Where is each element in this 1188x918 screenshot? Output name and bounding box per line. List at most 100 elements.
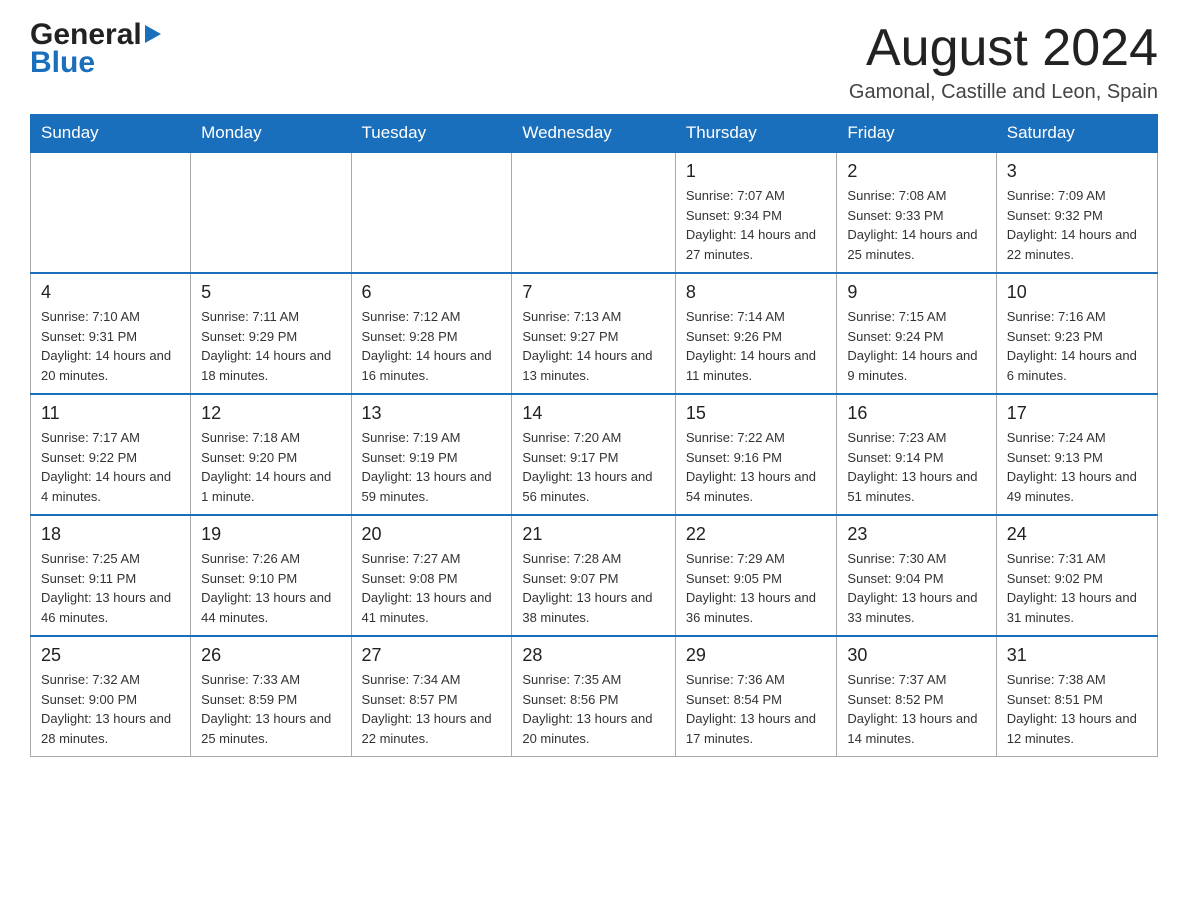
calendar-day-cell: 30 Sunrise: 7:37 AMSunset: 8:52 PMDayligh… [837, 636, 996, 757]
day-number: 28 [522, 645, 665, 666]
location-subtitle: Gamonal, Castille and Leon, Spain [849, 81, 1158, 104]
calendar-day-cell: 29 Sunrise: 7:36 AMSunset: 8:54 PMDayligh… [675, 636, 837, 757]
calendar-day-cell: 23 Sunrise: 7:30 AMSunset: 9:04 PMDayligh… [837, 515, 996, 636]
day-number: 17 [1007, 403, 1147, 424]
calendar-day-header: Wednesday [512, 115, 676, 153]
calendar-day-cell: 14 Sunrise: 7:20 AMSunset: 9:17 PMDayligh… [512, 394, 676, 515]
calendar-day-cell: 17 Sunrise: 7:24 AMSunset: 9:13 PMDayligh… [996, 394, 1157, 515]
day-info: Sunrise: 7:36 AMSunset: 8:54 PMDaylight:… [686, 672, 816, 746]
day-number: 13 [362, 403, 502, 424]
day-number: 6 [362, 282, 502, 303]
day-number: 20 [362, 524, 502, 545]
day-info: Sunrise: 7:18 AMSunset: 9:20 PMDaylight:… [201, 430, 331, 504]
calendar-day-header: Thursday [675, 115, 837, 153]
day-info: Sunrise: 7:34 AMSunset: 8:57 PMDaylight:… [362, 672, 492, 746]
logo: General Blue [30, 20, 161, 80]
day-number: 24 [1007, 524, 1147, 545]
day-info: Sunrise: 7:32 AMSunset: 9:00 PMDaylight:… [41, 672, 171, 746]
calendar-day-cell: 3Sunrise: 7:09 AMSunset: 9:32 PMDaylight… [996, 152, 1157, 273]
title-area: August 2024 Gamonal, Castille and Leon, … [849, 20, 1158, 104]
calendar-day-cell: 9 Sunrise: 7:15 AMSunset: 9:24 PMDaylight… [837, 273, 996, 394]
day-number: 9 [847, 282, 985, 303]
day-info: Sunrise: 7:07 AMSunset: 9:34 PMDaylight:… [686, 188, 816, 262]
day-info: Sunrise: 7:12 AMSunset: 9:28 PMDaylight:… [362, 309, 492, 383]
day-info: Sunrise: 7:16 AMSunset: 9:23 PMDaylight:… [1007, 309, 1137, 383]
calendar-day-cell: 21 Sunrise: 7:28 AMSunset: 9:07 PMDayligh… [512, 515, 676, 636]
calendar-day-cell: 10 Sunrise: 7:16 AMSunset: 9:23 PMDayligh… [996, 273, 1157, 394]
day-number: 15 [686, 403, 827, 424]
day-number: 14 [522, 403, 665, 424]
day-info: Sunrise: 7:11 AMSunset: 9:29 PMDaylight:… [201, 309, 331, 383]
calendar-day-cell [351, 152, 512, 273]
month-title: August 2024 [849, 20, 1158, 77]
calendar-day-cell: 8Sunrise: 7:14 AMSunset: 9:26 PMDaylight… [675, 273, 837, 394]
calendar-day-cell: 12 Sunrise: 7:18 AMSunset: 9:20 PMDayligh… [191, 394, 351, 515]
logo-arrow-icon [145, 25, 161, 43]
day-number: 19 [201, 524, 340, 545]
day-info: Sunrise: 7:20 AMSunset: 9:17 PMDaylight:… [522, 430, 652, 504]
calendar-day-header: Saturday [996, 115, 1157, 153]
calendar-day-cell [512, 152, 676, 273]
day-number: 4 [41, 282, 180, 303]
day-number: 12 [201, 403, 340, 424]
calendar-day-cell: 4 Sunrise: 7:10 AMSunset: 9:31 PMDaylight… [31, 273, 191, 394]
calendar-week-row: 11 Sunrise: 7:17 AMSunset: 9:22 PMDayligh… [31, 394, 1158, 515]
calendar-day-cell: 26 Sunrise: 7:33 AMSunset: 8:59 PMDayligh… [191, 636, 351, 757]
day-number: 21 [522, 524, 665, 545]
day-number: 29 [686, 645, 827, 666]
day-info: Sunrise: 7:24 AMSunset: 9:13 PMDaylight:… [1007, 430, 1137, 504]
calendar-day-cell [31, 152, 191, 273]
day-number: 25 [41, 645, 180, 666]
day-info: Sunrise: 7:13 AMSunset: 9:27 PMDaylight:… [522, 309, 652, 383]
day-info: Sunrise: 7:33 AMSunset: 8:59 PMDaylight:… [201, 672, 331, 746]
calendar-day-cell: 7Sunrise: 7:13 AMSunset: 9:27 PMDaylight… [512, 273, 676, 394]
day-info: Sunrise: 7:30 AMSunset: 9:04 PMDaylight:… [847, 551, 977, 625]
day-number: 8 [686, 282, 827, 303]
calendar-week-row: 4 Sunrise: 7:10 AMSunset: 9:31 PMDaylight… [31, 273, 1158, 394]
day-number: 2 [847, 161, 985, 182]
day-number: 3 [1007, 161, 1147, 182]
day-info: Sunrise: 7:31 AMSunset: 9:02 PMDaylight:… [1007, 551, 1137, 625]
calendar-day-cell: 18Sunrise: 7:25 AMSunset: 9:11 PMDayligh… [31, 515, 191, 636]
day-number: 11 [41, 403, 180, 424]
day-number: 22 [686, 524, 827, 545]
calendar-header-row: SundayMondayTuesdayWednesdayThursdayFrid… [31, 115, 1158, 153]
calendar-day-cell: 25 Sunrise: 7:32 AMSunset: 9:00 PMDayligh… [31, 636, 191, 757]
day-number: 23 [847, 524, 985, 545]
calendar-week-row: 25 Sunrise: 7:32 AMSunset: 9:00 PMDayligh… [31, 636, 1158, 757]
day-info: Sunrise: 7:23 AMSunset: 9:14 PMDaylight:… [847, 430, 977, 504]
calendar-day-cell: 22 Sunrise: 7:29 AMSunset: 9:05 PMDayligh… [675, 515, 837, 636]
day-info: Sunrise: 7:08 AMSunset: 9:33 PMDaylight:… [847, 188, 977, 262]
day-number: 26 [201, 645, 340, 666]
calendar-day-header: Friday [837, 115, 996, 153]
calendar-day-cell: 27Sunrise: 7:34 AMSunset: 8:57 PMDayligh… [351, 636, 512, 757]
calendar-day-cell: 2 Sunrise: 7:08 AMSunset: 9:33 PMDaylight… [837, 152, 996, 273]
calendar-day-cell: 28 Sunrise: 7:35 AMSunset: 8:56 PMDayligh… [512, 636, 676, 757]
calendar-week-row: 18Sunrise: 7:25 AMSunset: 9:11 PMDayligh… [31, 515, 1158, 636]
day-info: Sunrise: 7:26 AMSunset: 9:10 PMDaylight:… [201, 551, 331, 625]
day-number: 10 [1007, 282, 1147, 303]
calendar-day-cell: 11 Sunrise: 7:17 AMSunset: 9:22 PMDayligh… [31, 394, 191, 515]
calendar-day-cell [191, 152, 351, 273]
calendar-day-cell: 19 Sunrise: 7:26 AMSunset: 9:10 PMDayligh… [191, 515, 351, 636]
day-info: Sunrise: 7:19 AMSunset: 9:19 PMDaylight:… [362, 430, 492, 504]
day-info: Sunrise: 7:10 AMSunset: 9:31 PMDaylight:… [41, 309, 171, 383]
calendar-day-header: Monday [191, 115, 351, 153]
day-info: Sunrise: 7:17 AMSunset: 9:22 PMDaylight:… [41, 430, 171, 504]
calendar-day-cell: 24 Sunrise: 7:31 AMSunset: 9:02 PMDayligh… [996, 515, 1157, 636]
day-info: Sunrise: 7:27 AMSunset: 9:08 PMDaylight:… [362, 551, 492, 625]
day-info: Sunrise: 7:25 AMSunset: 9:11 PMDaylight:… [41, 551, 171, 625]
day-number: 30 [847, 645, 985, 666]
day-info: Sunrise: 7:37 AMSunset: 8:52 PMDaylight:… [847, 672, 977, 746]
calendar-day-cell: 31Sunrise: 7:38 AMSunset: 8:51 PMDayligh… [996, 636, 1157, 757]
logo-blue: Blue [30, 46, 161, 80]
calendar-day-header: Tuesday [351, 115, 512, 153]
day-info: Sunrise: 7:28 AMSunset: 9:07 PMDaylight:… [522, 551, 652, 625]
calendar-week-row: 1Sunrise: 7:07 AMSunset: 9:34 PMDaylight… [31, 152, 1158, 273]
day-info: Sunrise: 7:15 AMSunset: 9:24 PMDaylight:… [847, 309, 977, 383]
day-number: 16 [847, 403, 985, 424]
day-info: Sunrise: 7:29 AMSunset: 9:05 PMDaylight:… [686, 551, 816, 625]
calendar-day-cell: 13 Sunrise: 7:19 AMSunset: 9:19 PMDayligh… [351, 394, 512, 515]
day-info: Sunrise: 7:35 AMSunset: 8:56 PMDaylight:… [522, 672, 652, 746]
calendar-day-cell: 1Sunrise: 7:07 AMSunset: 9:34 PMDaylight… [675, 152, 837, 273]
